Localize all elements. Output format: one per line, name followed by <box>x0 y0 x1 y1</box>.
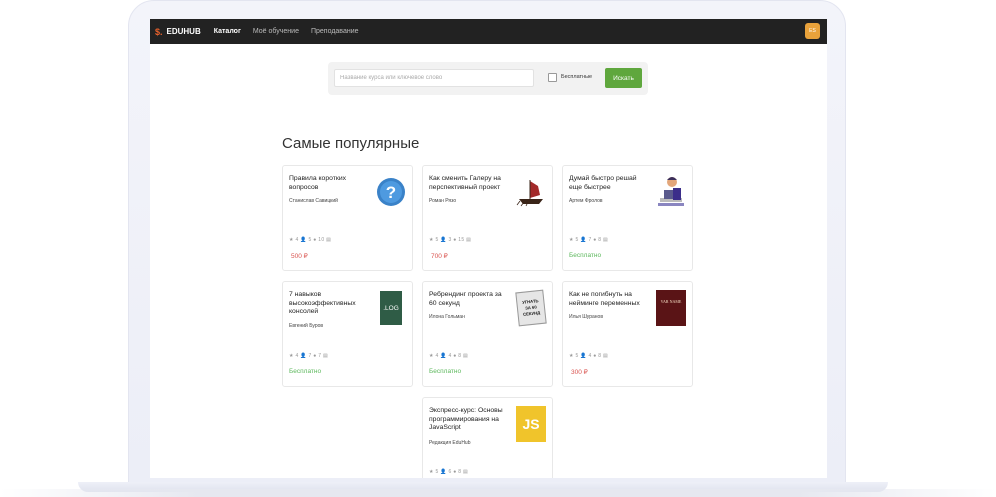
course-stats: ★ 5 👤 4 ● 8 ▤ <box>569 353 609 359</box>
course-price: Бесплатно <box>429 368 462 375</box>
laptop-shadow <box>0 489 996 497</box>
course-title[interactable]: Как не погибнуть на нейминге переменных <box>569 291 651 308</box>
svg-text:?: ? <box>386 183 396 202</box>
course-price: Бесплатно <box>569 252 602 259</box>
thinking-person-icon <box>656 174 686 210</box>
course-title[interactable]: Экспресс-курс: Основы программирования н… <box>429 407 511 433</box>
course-price: Бесплатно <box>289 368 322 375</box>
course-author: Редакция EduHub <box>429 440 471 446</box>
course-price: 300 ₽ <box>571 369 588 376</box>
course-card[interactable]: Экспресс-курс: Основы программирования н… <box>422 397 553 478</box>
log-file-icon: .LOG <box>376 290 406 326</box>
nav-item-my-learning[interactable]: Моё обучение <box>253 28 299 35</box>
course-title[interactable]: Ребрендинг проекта за 60 секунд <box>429 291 511 308</box>
course-author: Роман Рязо <box>429 198 457 204</box>
course-price: 700 ₽ <box>431 253 448 260</box>
course-author: Станислав Савицкий <box>289 198 338 204</box>
navbar: $. EDUHUB Каталог Моё обучение Преподава… <box>150 19 827 44</box>
course-author: Илья Шуранов <box>569 314 603 320</box>
course-stats: ★ 5 👤 6 ● 8 ▤ <box>429 469 469 475</box>
search-button[interactable]: Искать <box>605 68 642 88</box>
course-stats: ★ 5 👤 3 ● 15 ▤ <box>429 237 472 243</box>
course-card[interactable]: Правила коротких вопросов Станислав Сави… <box>282 165 413 271</box>
logo-icon: $. <box>155 26 163 37</box>
course-stats: ★ 4 👤 4 ● 8 ▤ <box>429 353 469 359</box>
gone-in-60-label: УГНАТЬ ЗА 60 СЕКУНД <box>515 289 547 327</box>
avatar[interactable]: ES <box>805 23 820 39</box>
course-price: 500 ₽ <box>291 253 308 260</box>
var-name-icon: VAR NAME <box>656 290 686 326</box>
course-card[interactable]: Думай быстро решай еще быстрее Артем Фро… <box>562 165 693 271</box>
course-title[interactable]: Правила коротких вопросов <box>289 175 371 192</box>
browser-screen: $. EDUHUB Каталог Моё обучение Преподава… <box>150 19 827 478</box>
course-card[interactable]: Как сменить Галеру на перспективный прое… <box>422 165 553 271</box>
free-checkbox[interactable] <box>548 73 557 82</box>
var-name-label: VAR NAME <box>656 290 686 326</box>
course-title[interactable]: Думай быстро решай еще быстрее <box>569 175 651 192</box>
logo-text: EDUHUB <box>166 27 201 36</box>
nav-item-teaching[interactable]: Преподавание <box>311 28 359 35</box>
course-card[interactable]: 7 навыков высокоэффективных консолей Евг… <box>282 281 413 387</box>
course-author: Евгений Буров <box>289 323 324 329</box>
free-label: Бесплатные <box>561 74 593 80</box>
course-author: Артем Фролов <box>569 198 603 204</box>
gone-in-60-icon: УГНАТЬ ЗА 60 СЕКУНД <box>515 289 547 327</box>
course-title[interactable]: 7 навыков высокоэффективных консолей <box>289 291 371 317</box>
javascript-label: JS <box>516 406 546 442</box>
course-stats: ★ 4 👤 5 ● 10 ▤ <box>289 237 332 243</box>
logo[interactable]: $. EDUHUB <box>155 27 201 37</box>
javascript-icon: JS <box>516 406 546 442</box>
course-card[interactable]: Как не погибнуть на нейминге переменных … <box>562 281 693 387</box>
course-title[interactable]: Как сменить Галеру на перспективный прое… <box>429 175 511 192</box>
search-input[interactable] <box>334 69 534 87</box>
search-panel: Бесплатные Искать <box>328 62 648 95</box>
log-file-label: .LOG <box>380 291 402 325</box>
galley-ship-icon <box>516 174 546 210</box>
course-stats: ★ 4 👤 7 ● 7 ▤ <box>289 353 329 359</box>
question-icon: ? <box>376 174 406 210</box>
course-card[interactable]: Ребрендинг проекта за 60 секунд Илона Го… <box>422 281 553 387</box>
course-author: Илона Гольман <box>429 314 465 320</box>
nav-item-catalog[interactable]: Каталог <box>214 28 241 35</box>
section-title: Самые популярные <box>282 135 420 152</box>
course-stats: ★ 5 👤 7 ● 8 ▤ <box>569 237 609 243</box>
